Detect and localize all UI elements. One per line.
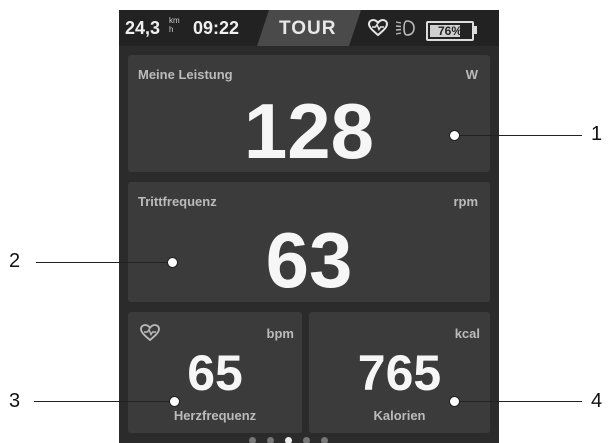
callout-line-3: [34, 401, 174, 402]
callout-dot-2: [167, 257, 178, 268]
battery-indicator: 76%: [426, 21, 474, 41]
page-dot-active: [285, 437, 292, 443]
speed-unit-bottom: h: [169, 25, 174, 34]
page-dot: [249, 437, 256, 443]
speed-unit: km h: [169, 16, 180, 34]
calories-label: Kalorien: [373, 408, 426, 423]
status-bar: 24,3 km h 09:22 TOUR 76%: [119, 10, 499, 46]
battery-percent: 76%: [437, 24, 463, 38]
callout-dot-4: [449, 396, 460, 407]
heart-rate-value: 65: [187, 345, 243, 401]
page-dot: [321, 437, 328, 443]
power-unit: W: [465, 67, 478, 82]
cadence-value: 63: [265, 216, 353, 304]
speed-unit-top: km: [169, 16, 180, 25]
calories-tile[interactable]: kcal 765 Kalorien: [309, 312, 490, 433]
callout-number-2: 2: [9, 250, 21, 272]
riding-mode-label: TOUR: [279, 18, 337, 39]
heart-rate-tile[interactable]: bpm 65 Herzfrequenz: [128, 312, 302, 433]
calories-unit: kcal: [454, 326, 480, 341]
cadence-tile[interactable]: Trittfrequenz rpm 63: [128, 182, 490, 302]
callout-number-4: 4: [591, 390, 603, 412]
callout-line-4: [454, 401, 582, 402]
heart-rate-icon: [140, 324, 160, 342]
light-icon: [395, 20, 415, 36]
speed-value: 24,3: [125, 18, 161, 38]
heart-rate-unit: bpm: [266, 326, 294, 341]
power-tile[interactable]: Meine Leistung W 128: [128, 55, 490, 172]
heart-rate-label: Herzfrequenz: [173, 408, 257, 423]
page-indicator: [249, 437, 369, 443]
battery-terminal: [474, 26, 477, 34]
cadence-unit: rpm: [453, 194, 478, 209]
callout-number-1: 1: [591, 123, 603, 145]
heart-rate-icon: [368, 19, 388, 37]
callout-dot-3: [169, 396, 180, 407]
bike-display-screen: 24,3 km h 09:22 TOUR 76% Meine Leistung …: [119, 10, 499, 443]
cadence-label: Trittfrequenz: [138, 194, 217, 209]
power-label: Meine Leistung: [138, 67, 233, 82]
page-dot: [267, 437, 274, 443]
page-dot: [303, 437, 310, 443]
callout-line-1: [454, 135, 582, 136]
callout-dot-1: [449, 130, 460, 141]
callout-number-3: 3: [9, 390, 21, 412]
callout-line-2: [36, 262, 172, 263]
calories-value: 765: [357, 345, 442, 401]
power-value: 128: [243, 87, 375, 175]
clock: 09:22: [193, 18, 240, 38]
